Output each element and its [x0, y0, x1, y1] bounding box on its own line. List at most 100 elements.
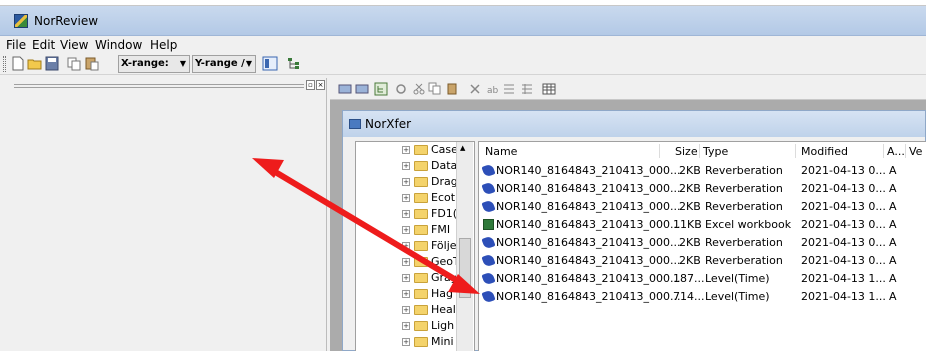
- expand-icon[interactable]: +: [402, 306, 410, 314]
- column-header-name[interactable]: Name: [485, 145, 517, 158]
- details-view-icon[interactable]: [520, 82, 534, 96]
- paste-icon[interactable]: [446, 82, 460, 96]
- paste-icon[interactable]: [84, 56, 100, 71]
- file-type: Level(Time): [705, 272, 770, 285]
- column-header-version[interactable]: Ve: [909, 145, 922, 158]
- file-attr: A: [889, 236, 897, 249]
- left-pane: ▫ ×: [10, 78, 327, 351]
- file-row[interactable]: NOR140_8164843_210413_000... 2KB Reverbe…: [479, 162, 926, 180]
- file-name: NOR140_8164843_210413_000...: [496, 218, 681, 231]
- scroll-thumb[interactable]: [459, 238, 471, 298]
- copy-icon[interactable]: [428, 82, 442, 96]
- file-type: Reverberation: [705, 254, 783, 267]
- column-header-modified[interactable]: Modified: [801, 145, 848, 158]
- file-row[interactable]: NOR140_8164843_210413_000... 2KB Reverbe…: [479, 198, 926, 216]
- column-divider[interactable]: [905, 144, 906, 158]
- menu-help[interactable]: Help: [150, 38, 177, 52]
- folder-icon: [414, 273, 428, 283]
- y-range-label: Y-range /: [195, 58, 245, 69]
- file-size: 2KB: [679, 164, 701, 177]
- tree-view-icon[interactable]: [286, 56, 302, 71]
- norxfer-title-bar[interactable]: NorXfer: [343, 111, 925, 137]
- app-title: NorReview: [34, 14, 99, 28]
- grid-view-icon[interactable]: [542, 82, 556, 96]
- expand-icon[interactable]: +: [402, 210, 410, 218]
- expand-icon[interactable]: +: [402, 146, 410, 154]
- reverb-file-icon: [481, 163, 496, 178]
- menu-file[interactable]: File: [6, 38, 26, 52]
- x-range-combo[interactable]: X-range: ▼: [118, 55, 190, 73]
- column-header-type[interactable]: Type: [703, 145, 728, 158]
- expand-icon[interactable]: +: [402, 178, 410, 186]
- file-modified: 2021-04-13 0...: [801, 182, 886, 195]
- file-row[interactable]: NOR140_8164843_210413_000... 11KB Excel …: [479, 216, 926, 234]
- scroll-up-icon[interactable]: ▲: [460, 144, 465, 152]
- svg-text:ab: ab: [487, 86, 499, 96]
- copy-icon[interactable]: [66, 56, 82, 71]
- expand-icon[interactable]: +: [402, 242, 410, 250]
- file-list[interactable]: Name Size Type Modified A... Ve NOR140_8…: [478, 141, 926, 351]
- refresh-icon[interactable]: [394, 82, 408, 96]
- file-name: NOR140_8164843_210413_000...: [496, 182, 681, 195]
- menu-edit[interactable]: Edit: [32, 38, 55, 52]
- column-header-attributes[interactable]: A...: [887, 145, 905, 158]
- file-name: NOR140_8164843_210413_000...: [496, 290, 681, 303]
- column-divider[interactable]: [795, 144, 796, 158]
- folder-tree[interactable]: + Case + Data + Drag + Ecot + FD1( + FMI + Följ…: [355, 141, 475, 351]
- delete-icon[interactable]: [468, 82, 482, 96]
- secondary-toolbar: ab: [330, 78, 926, 100]
- folder-icon: [414, 321, 428, 331]
- pane-close-icon[interactable]: ×: [316, 80, 325, 90]
- column-divider[interactable]: [699, 144, 700, 158]
- list-view-icon[interactable]: [502, 82, 516, 96]
- file-row[interactable]: NOR140_8164843_210413_000... 187... Leve…: [479, 270, 926, 288]
- file-modified: 2021-04-13 0...: [801, 164, 886, 177]
- expand-icon[interactable]: +: [402, 290, 410, 298]
- open-folder-icon[interactable]: [27, 56, 43, 71]
- transfer-icon[interactable]: [338, 82, 352, 96]
- reverb-file-icon: [481, 181, 496, 196]
- menu-view[interactable]: View: [60, 38, 88, 52]
- expand-icon[interactable]: +: [402, 226, 410, 234]
- folder-icon: [414, 145, 428, 155]
- folder-icon: [414, 257, 428, 267]
- file-size: 2KB: [679, 236, 701, 249]
- window-icon: [349, 119, 361, 129]
- folder-icon: [414, 305, 428, 315]
- column-divider[interactable]: [883, 144, 884, 158]
- menu-window[interactable]: Window: [95, 38, 142, 52]
- new-file-icon[interactable]: [10, 56, 26, 71]
- file-row[interactable]: NOR140_8164843_210413_000... 714... Leve…: [479, 288, 926, 306]
- window-layout-icon[interactable]: [262, 56, 278, 71]
- folder-icon: [414, 177, 428, 187]
- tree-scrollbar[interactable]: ▲: [456, 142, 473, 351]
- folder-icon: [414, 193, 428, 203]
- tree-toggle-icon[interactable]: [374, 82, 388, 96]
- chevron-down-icon: ▼: [245, 59, 252, 68]
- file-row[interactable]: NOR140_8164843_210413_000... 2KB Reverbe…: [479, 234, 926, 252]
- expand-icon[interactable]: +: [402, 322, 410, 330]
- file-row[interactable]: NOR140_8164843_210413_000... 2KB Reverbe…: [479, 252, 926, 270]
- file-attr: A: [889, 254, 897, 267]
- expand-icon[interactable]: +: [402, 274, 410, 282]
- rename-icon[interactable]: ab: [486, 82, 500, 96]
- expand-icon[interactable]: +: [402, 338, 410, 346]
- cut-icon[interactable]: [412, 82, 426, 96]
- y-range-combo[interactable]: Y-range / ▼: [192, 55, 256, 73]
- norxfer-title: NorXfer: [365, 117, 412, 131]
- transfer-alt-icon[interactable]: [355, 82, 369, 96]
- save-icon[interactable]: [44, 56, 60, 71]
- expand-icon[interactable]: +: [402, 162, 410, 170]
- pane-restore-icon[interactable]: ▫: [306, 80, 315, 90]
- folder-icon: [414, 161, 428, 171]
- file-row[interactable]: NOR140_8164843_210413_000... 2KB Reverbe…: [479, 180, 926, 198]
- chevron-down-icon: ▼: [179, 59, 186, 68]
- file-type: Reverberation: [705, 182, 783, 195]
- column-header-size[interactable]: Size: [675, 145, 698, 158]
- expand-icon[interactable]: +: [402, 258, 410, 266]
- expand-icon[interactable]: +: [402, 194, 410, 202]
- toolbar-grip-icon[interactable]: [3, 56, 6, 72]
- file-type: Reverberation: [705, 164, 783, 177]
- file-size: 2KB: [679, 254, 701, 267]
- column-divider[interactable]: [659, 144, 660, 158]
